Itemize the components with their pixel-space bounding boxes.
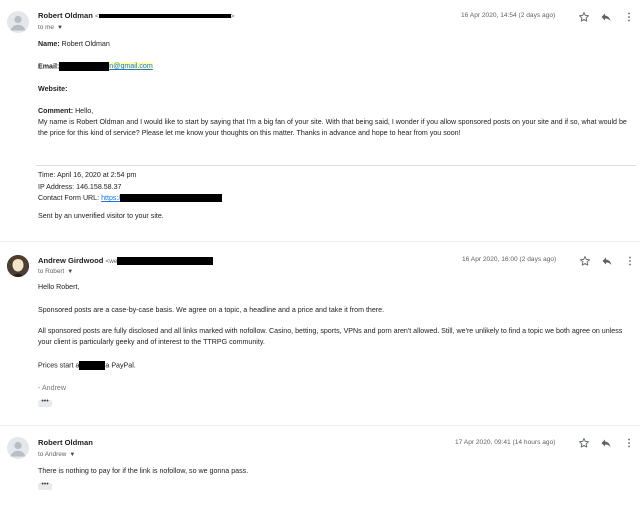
sender-avatar[interactable] [7,255,29,277]
name-field: Name: Robert Oldman [38,40,110,48]
sender-email: < > [94,13,235,20]
reply-icon[interactable] [601,255,613,267]
redacted-block [117,257,214,266]
paragraph: All sponsored posts are fully disclosed … [38,327,623,346]
greeting: Hello Robert, [38,283,80,291]
divider [36,165,636,166]
email-link[interactable]: n@gmail.com [109,62,153,71]
more-vert-icon[interactable] [625,437,633,449]
message-date: 17 Apr 2020, 09:41 (14 hours ago) [455,439,556,446]
reply-icon[interactable] [600,11,612,23]
star-icon[interactable] [578,437,590,449]
email-field: Email: n@gmail.com [38,62,153,71]
signoff: - Andrew [38,384,66,392]
chevron-down-icon[interactable]: ▼ [69,452,75,458]
reply-icon[interactable] [600,437,612,449]
ip-line: IP Address: 146.158.58.37 [38,183,122,191]
ellipsis-icon[interactable]: ••• [38,398,52,407]
person-photo-icon [7,255,29,277]
redacted-block [120,194,223,203]
contact-url-link[interactable]: https:/ [101,194,120,202]
message-body: There is nothing to pay for if the link … [38,467,249,475]
sender-name[interactable]: Robert Oldman [38,438,93,447]
star-icon[interactable] [578,11,590,23]
price-paragraph: Prices start aa PayPal. [38,361,136,370]
more-vert-icon[interactable] [626,255,634,267]
chevron-down-icon[interactable]: ▼ [57,25,63,31]
contact-url-line: Contact Form URL: https:/ [38,194,223,203]
redacted-block [98,14,231,19]
sender-email: <we [106,257,214,266]
redacted-block [59,62,110,71]
website-field: Website: [38,85,68,93]
message-date: 16 Apr 2020, 14:54 (2 days ago) [461,12,556,19]
recipient-line[interactable]: to Robert ▼ [38,268,73,275]
ellipsis-icon[interactable]: ••• [38,481,52,490]
sender-avatar[interactable] [7,437,29,459]
recipient-line[interactable]: to Andrew ▼ [38,451,75,458]
sender-name[interactable]: Andrew Girdwood <we [38,256,214,266]
person-icon [10,15,26,31]
message-robert-1: Robert Oldman < > to me ▼ 16 Apr 2020, 14:… [0,0,640,240]
sender-avatar[interactable] [7,11,29,33]
recipient-line[interactable]: to me ▼ [38,24,63,31]
message-andrew: Andrew Girdwood <we to Robert ▼ 16 Apr 20… [0,242,640,424]
sender-name[interactable]: Robert Oldman < > [38,11,234,20]
person-icon [10,441,26,457]
star-icon[interactable] [579,255,591,267]
more-vert-icon[interactable] [625,11,633,23]
comment-field: Comment: Hello, My name is Robert Oldman… [38,107,627,137]
time-line: Time: April 16, 2020 at 2:54 pm [38,171,137,179]
message-robert-2: Robert Oldman to Andrew ▼ 17 Apr 2020, 09… [0,426,640,505]
paragraph: Sponsored posts are a case-by-case basis… [38,306,385,314]
redacted-block [79,361,106,370]
sent-by-line: Sent by an unverified visitor to your si… [38,212,164,220]
message-date: 16 Apr 2020, 16:00 (2 days ago) [462,256,557,263]
chevron-down-icon[interactable]: ▼ [67,269,73,275]
